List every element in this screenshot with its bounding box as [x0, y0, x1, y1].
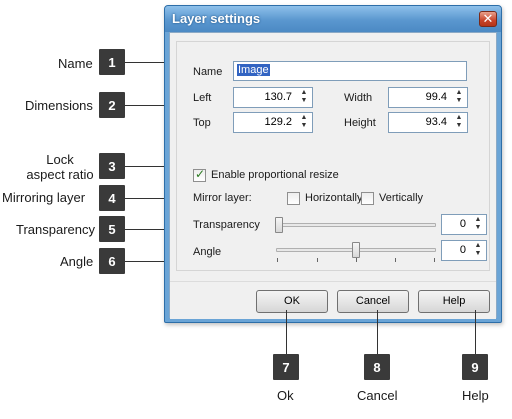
badge-3: 3 [99, 153, 125, 179]
callout-name-label: Name [58, 56, 93, 71]
angle-value: 0 [459, 244, 466, 256]
left-spinbox[interactable]: 130.7 ▲ ▼ [233, 87, 313, 108]
angle-spin-arrows-icon[interactable]: ▲ ▼ [472, 242, 484, 259]
proportional-resize-checkbox[interactable] [193, 167, 206, 182]
callout-ok-label: Ok [277, 388, 294, 403]
name-label: Name [193, 66, 223, 78]
badge-7: 7 [273, 354, 299, 380]
leader-line-9 [475, 310, 476, 354]
dialog-title: Layer settings [172, 11, 261, 26]
callout-lock-line1: Lock [46, 152, 74, 167]
transparency-slider-thumb[interactable] [275, 217, 283, 233]
left-spin-arrows-icon[interactable]: ▲ ▼ [298, 89, 310, 106]
top-spinbox[interactable]: 129.2 ▲ ▼ [233, 112, 313, 133]
name-input[interactable]: Image [233, 61, 467, 81]
mirror-layer-label: Mirror layer: [193, 192, 252, 204]
angle-tick-2 [317, 258, 318, 262]
badge-2: 2 [99, 92, 125, 118]
callout-lock-line2: aspect ratio [26, 167, 94, 182]
callout-angle-label: Angle [60, 254, 94, 269]
ok-button[interactable]: OK [256, 290, 328, 313]
dialog-button-bar: OK Cancel Help [170, 281, 496, 319]
callout-mirroring-label: Mirroring layer [2, 190, 86, 205]
transparency-spinbox[interactable]: 0 ▲ ▼ [441, 214, 487, 235]
width-spin-arrows-icon[interactable]: ▲ ▼ [453, 89, 465, 106]
angle-tick-3 [356, 258, 357, 262]
angle-tick-4 [395, 258, 396, 262]
width-label: Width [344, 92, 373, 104]
proportional-resize-label: Enable proportional resize [211, 169, 339, 181]
left-value: 130.7 [264, 91, 292, 103]
callout-cancel-label: Cancel [357, 388, 398, 403]
dialog-client-area: Name Image Left 130.7 ▲ ▼ Width 99.4 ▲ ▼ T… [169, 32, 497, 319]
horizontally-checkbox[interactable] [287, 192, 300, 205]
width-spinbox[interactable]: 99.4 ▲ ▼ [388, 87, 468, 108]
transparency-slider-track[interactable] [276, 223, 436, 227]
angle-tick-5 [434, 258, 435, 262]
angle-slider-thumb[interactable] [352, 242, 360, 258]
badge-5: 5 [99, 216, 125, 242]
height-spin-arrows-icon[interactable]: ▲ ▼ [453, 114, 465, 131]
transparency-value: 0 [459, 218, 466, 230]
height-spinbox[interactable]: 93.4 ▲ ▼ [388, 112, 468, 133]
angle-spinbox[interactable]: 0 ▲ ▼ [441, 240, 487, 261]
badge-1: 1 [99, 49, 125, 75]
help-button[interactable]: Help [418, 290, 490, 313]
callout-transparency-label: Transparency [16, 222, 95, 237]
badge-6: 6 [99, 248, 125, 274]
vertically-label: Vertically [379, 192, 424, 204]
badge-9: 9 [462, 354, 488, 380]
horizontally-label: Horizontally [305, 192, 363, 204]
top-value: 129.2 [264, 116, 292, 128]
dialog-titlebar[interactable]: Layer settings ✕ [165, 6, 501, 32]
settings-group: Name Image Left 130.7 ▲ ▼ Width 99.4 ▲ ▼ T… [176, 41, 490, 271]
close-icon[interactable]: ✕ [479, 11, 497, 27]
leader-line-7 [286, 310, 287, 354]
top-spin-arrows-icon[interactable]: ▲ ▼ [298, 114, 310, 131]
leader-line-8 [377, 310, 378, 354]
height-value: 93.4 [425, 116, 447, 128]
top-label: Top [193, 117, 211, 129]
width-value: 99.4 [425, 91, 447, 103]
angle-tick-1 [277, 258, 278, 262]
layer-settings-dialog: Layer settings ✕ Name Image Left 130.7 ▲… [164, 5, 502, 323]
angle-label: Angle [193, 246, 222, 258]
transparency-spin-arrows-icon[interactable]: ▲ ▼ [472, 216, 484, 233]
badge-4: 4 [99, 185, 125, 211]
callout-help-label: Help [462, 388, 489, 403]
callout-lock-label: Lock aspect ratio [22, 152, 98, 182]
cancel-button[interactable]: Cancel [337, 290, 409, 313]
badge-8: 8 [364, 354, 390, 380]
left-label: Left [193, 92, 212, 104]
transparency-label: Transparency [193, 219, 260, 231]
height-label: Height [344, 117, 376, 129]
vertically-checkbox[interactable] [361, 192, 374, 205]
name-input-value: Image [237, 64, 270, 76]
callout-dimensions-label: Dimensions [25, 98, 93, 113]
